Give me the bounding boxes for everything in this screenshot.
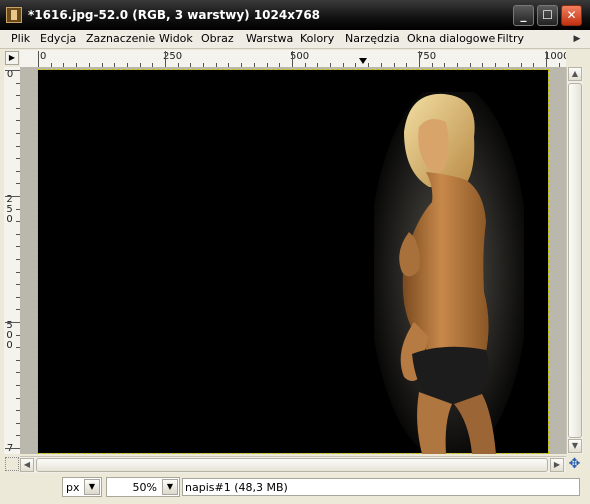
ruler-tick: [38, 51, 39, 67]
quick-mask-icon[interactable]: [5, 457, 19, 471]
scroll-up-button[interactable]: ▲: [568, 67, 582, 81]
ruler-tick: [292, 51, 293, 67]
menu-kolory[interactable]: Kolory: [300, 32, 334, 45]
status-message: napis#1 (48,3 MB): [182, 478, 580, 496]
ruler-tick: [546, 51, 547, 67]
ruler-tick: [419, 51, 420, 67]
menu-obraz[interactable]: Obraz: [201, 32, 234, 45]
menu-filtry[interactable]: Filtry: [497, 32, 524, 45]
title-bar: *1616.jpg-52.0 (RGB, 3 warstwy) 1024x768…: [0, 0, 590, 30]
maximize-button[interactable]: ☐: [537, 5, 558, 26]
scroll-right-button[interactable]: ▶: [550, 458, 564, 472]
menu-widok[interactable]: Widok: [159, 32, 193, 45]
vertical-ruler[interactable]: 0 250 500 7: [4, 67, 21, 454]
chevron-down-icon[interactable]: ▼: [162, 479, 178, 495]
zoom-value: 50%: [132, 481, 157, 494]
menu-edycja[interactable]: Edycja: [40, 32, 76, 45]
ruler-label: 500: [6, 320, 13, 351]
horizontal-ruler[interactable]: 0 250 500 750 1000: [20, 50, 566, 68]
image-icon: [6, 7, 22, 23]
window-title: *1616.jpg-52.0 (RGB, 3 warstwy) 1024x768: [28, 8, 321, 22]
minimize-button[interactable]: _: [513, 5, 534, 26]
unit-value: px: [66, 481, 80, 494]
ruler-label: 250: [6, 194, 13, 225]
zoom-select[interactable]: 50% ▼: [106, 477, 180, 497]
menu-okna-dialogowe[interactable]: Okna dialogowe: [407, 32, 495, 45]
menu-warstwa[interactable]: Warstwa: [246, 32, 293, 45]
scroll-left-button[interactable]: ◀: [20, 458, 34, 472]
horizontal-scroll-thumb[interactable]: [36, 458, 548, 472]
ruler-tick: [5, 448, 20, 449]
ruler-label: 7: [6, 444, 14, 454]
vertical-scroll-thumb[interactable]: [568, 83, 582, 438]
pointer-marker: [359, 58, 367, 64]
image-menu-button[interactable]: ▶: [5, 51, 19, 65]
scroll-down-button[interactable]: ▼: [568, 439, 582, 453]
ruler-tick: [5, 322, 20, 323]
menu-bar: Plik Edycja Zaznaczenie Widok Obraz Wars…: [0, 30, 590, 49]
menu-narzedzia[interactable]: Narzędzia: [345, 32, 400, 45]
ruler-tick: [5, 196, 20, 197]
ruler-tick: [5, 70, 20, 71]
navigate-icon[interactable]: ✥: [567, 457, 582, 472]
photo-figure: [374, 92, 524, 454]
image-canvas[interactable]: [37, 69, 549, 454]
menu-arrow-icon[interactable]: ▶: [571, 33, 583, 45]
menu-zaznaczenie[interactable]: Zaznaczenie: [86, 32, 155, 45]
ruler-label: 0: [6, 69, 14, 80]
unit-select[interactable]: px ▼: [62, 477, 102, 497]
ruler-tick: [165, 51, 166, 67]
horizontal-scrollbar[interactable]: ◀ ▶: [20, 456, 566, 473]
chevron-down-icon[interactable]: ▼: [84, 479, 100, 495]
close-button[interactable]: ✕: [561, 5, 582, 26]
vertical-scrollbar[interactable]: ▲ ▼: [566, 67, 583, 454]
ruler-label: 1000: [544, 51, 566, 62]
ruler-label: 0: [40, 51, 47, 62]
menu-plik[interactable]: Plik: [11, 32, 30, 45]
canvas-area[interactable]: [20, 67, 566, 454]
